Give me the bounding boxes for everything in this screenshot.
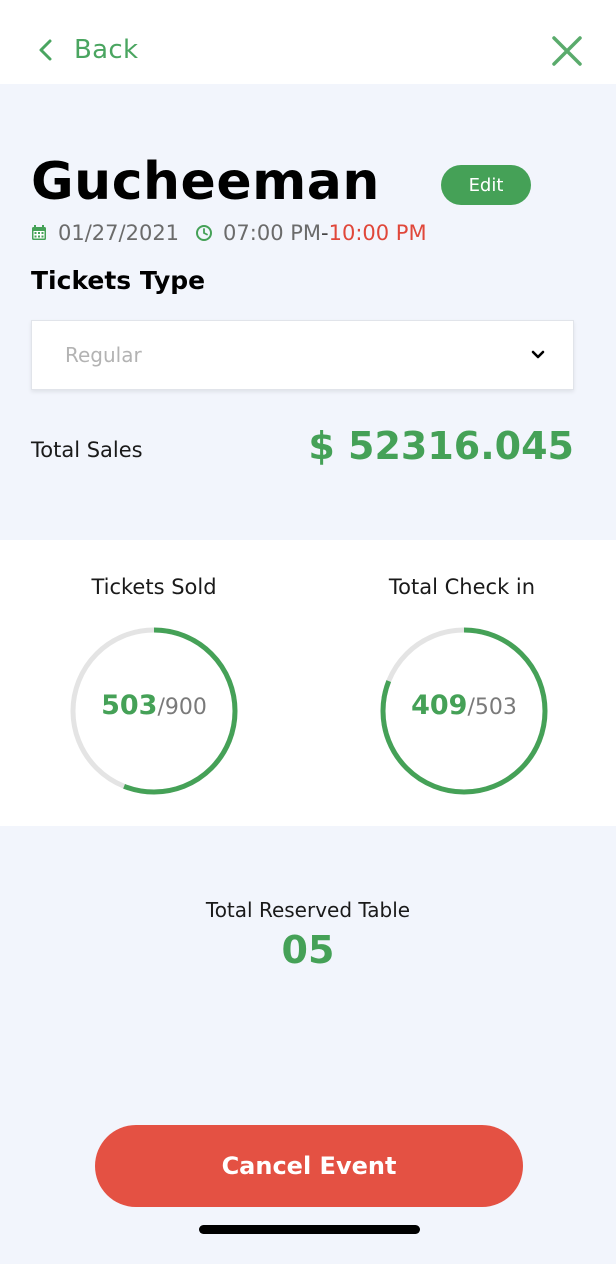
calendar-icon bbox=[32, 225, 46, 240]
total-check-in-slash: / bbox=[467, 695, 475, 720]
tickets-sold-count: 503/900 bbox=[69, 690, 239, 721]
tickets-sold-stat: Tickets Sold 503/900 bbox=[0, 540, 308, 826]
back-button[interactable]: Back bbox=[34, 30, 138, 70]
total-check-in-total: 503 bbox=[474, 695, 517, 720]
clock-icon bbox=[196, 225, 213, 241]
event-start-time: 07:00 PM bbox=[223, 221, 322, 245]
cancel-event-button[interactable]: Cancel Event bbox=[95, 1125, 523, 1207]
tickets-type-select[interactable]: Regular bbox=[31, 320, 574, 390]
edit-button[interactable]: Edit bbox=[441, 165, 531, 205]
total-check-in-stat: Total Check in 409/503 bbox=[308, 540, 616, 826]
reserved-table-value: 05 bbox=[281, 928, 335, 972]
tickets-sold-slash: / bbox=[157, 695, 165, 720]
reserved-table-label: Total Reserved Table bbox=[205, 898, 411, 922]
top-bar: Back bbox=[0, 0, 616, 84]
total-check-in-count: 409/503 bbox=[379, 690, 549, 721]
tickets-sold-label: Tickets Sold bbox=[91, 575, 217, 599]
event-date: 01/27/2021 bbox=[58, 221, 180, 245]
close-icon[interactable] bbox=[548, 32, 586, 70]
back-label: Back bbox=[74, 35, 139, 65]
total-check-in-label: Total Check in bbox=[388, 575, 536, 599]
time-separator: - bbox=[321, 221, 329, 245]
tickets-type-value: Regular bbox=[65, 343, 142, 367]
tickets-sold-value: 503 bbox=[101, 690, 158, 721]
event-meta: 01/27/2021 07:00 PM - 10:00 PM bbox=[30, 218, 427, 248]
total-sales-label: Total Sales bbox=[31, 438, 143, 462]
event-end-time: 10:00 PM bbox=[328, 221, 427, 245]
chevron-left-icon bbox=[39, 39, 52, 61]
tickets-sold-total: 900 bbox=[164, 695, 207, 720]
event-title: Gucheeman bbox=[31, 152, 380, 212]
chevron-down-icon bbox=[531, 350, 545, 359]
total-check-in-value: 409 bbox=[411, 690, 468, 721]
tickets-type-label: Tickets Type bbox=[31, 266, 206, 295]
total-sales-value: $ 52316.045 bbox=[308, 424, 574, 468]
home-indicator bbox=[199, 1225, 420, 1234]
stats-card: Tickets Sold 503/900 Total Check in 409/… bbox=[0, 540, 616, 826]
